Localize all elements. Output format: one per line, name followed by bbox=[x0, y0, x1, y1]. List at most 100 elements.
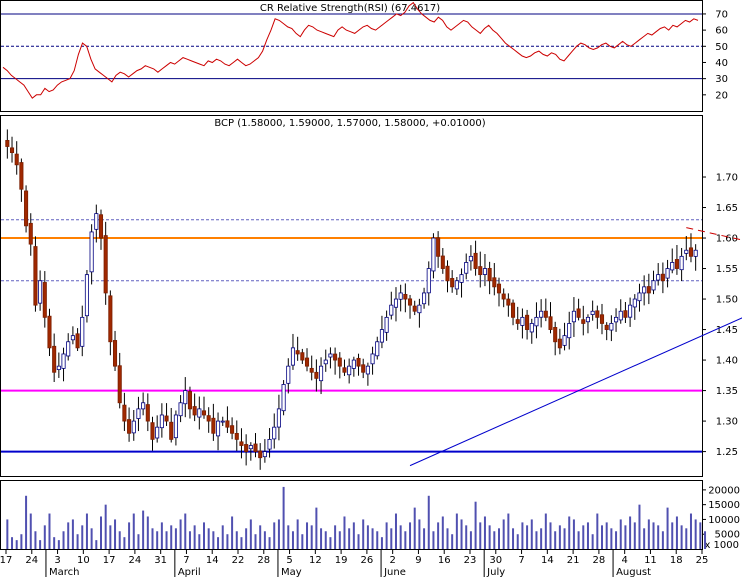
rsi-tick-label: 30 bbox=[715, 74, 728, 85]
candle-up bbox=[178, 402, 183, 417]
rsi-tick-label: 20 bbox=[715, 90, 728, 101]
candle-down bbox=[5, 140, 10, 147]
price-tick-label: 1.25 bbox=[716, 447, 738, 458]
price-tick-label: 1.30 bbox=[716, 417, 738, 428]
candle-down bbox=[127, 419, 132, 434]
candle-down bbox=[337, 357, 342, 367]
candle-up bbox=[384, 316, 389, 333]
candle-up bbox=[70, 335, 75, 341]
candle-up bbox=[562, 335, 567, 346]
x-day-label: 26 bbox=[361, 555, 374, 566]
candle-down bbox=[407, 298, 413, 306]
candle-up bbox=[262, 451, 267, 458]
x-month-label: March bbox=[49, 567, 79, 577]
candle-up bbox=[375, 341, 380, 357]
candle-down bbox=[445, 265, 450, 282]
candle-down bbox=[356, 357, 361, 367]
x-day-label: 3 bbox=[54, 555, 60, 566]
candle-up bbox=[66, 341, 71, 357]
candle-down bbox=[595, 310, 600, 318]
candle-down bbox=[473, 252, 478, 269]
candle-down bbox=[164, 415, 169, 422]
volume-tick-label: 20000 bbox=[708, 485, 740, 496]
candle-down bbox=[24, 190, 29, 227]
candle-down bbox=[581, 319, 586, 324]
candle-up bbox=[131, 420, 136, 434]
price-tick-label: 1.50 bbox=[716, 295, 738, 306]
candle-down bbox=[506, 298, 511, 306]
candle-down bbox=[258, 450, 263, 459]
candle-up bbox=[567, 323, 572, 339]
candle-up bbox=[379, 329, 384, 343]
candle-up bbox=[328, 353, 333, 358]
candle-down bbox=[145, 404, 150, 422]
candle-down bbox=[42, 282, 47, 318]
x-day-label: 24 bbox=[25, 555, 38, 566]
candle-up bbox=[431, 237, 436, 272]
candle-up bbox=[464, 262, 469, 274]
x-day-label: 28 bbox=[257, 555, 270, 566]
candle-down bbox=[211, 417, 216, 434]
candle-up bbox=[323, 359, 328, 365]
candle-up bbox=[529, 323, 534, 333]
candle-up bbox=[365, 365, 370, 375]
price-tick-label: 1.65 bbox=[716, 203, 738, 214]
candle-up bbox=[422, 292, 427, 305]
candle-up bbox=[351, 359, 356, 369]
candle-down bbox=[253, 443, 258, 452]
candle-down bbox=[501, 293, 506, 300]
x-day-label: 31 bbox=[154, 555, 167, 566]
candle-down bbox=[300, 352, 305, 361]
candle-up bbox=[216, 420, 221, 437]
candle-down bbox=[187, 391, 192, 410]
candle-down bbox=[623, 310, 628, 318]
candle-up bbox=[155, 426, 160, 439]
candle-up bbox=[159, 414, 164, 429]
candle-up bbox=[398, 292, 403, 300]
candle-up bbox=[609, 323, 614, 331]
candle-down bbox=[646, 286, 651, 294]
x-month-label: August bbox=[616, 567, 651, 577]
candle-up bbox=[94, 213, 99, 230]
candle-up bbox=[220, 420, 225, 423]
x-day-label: 14 bbox=[541, 555, 554, 566]
candle-up bbox=[80, 316, 85, 347]
candle-up bbox=[347, 365, 352, 376]
candle-up bbox=[319, 365, 324, 382]
candle-up bbox=[286, 365, 291, 384]
price-tick-label: 1.55 bbox=[716, 264, 738, 275]
candle-up bbox=[520, 316, 525, 326]
candle-up bbox=[370, 353, 375, 365]
candle-up bbox=[656, 274, 661, 281]
candle-up bbox=[389, 304, 394, 316]
candle-down bbox=[33, 246, 38, 306]
candle-up bbox=[89, 231, 94, 273]
x-day-label: 4 bbox=[621, 555, 627, 566]
candle-up bbox=[267, 438, 272, 450]
candle-down bbox=[440, 255, 445, 269]
candle-down bbox=[19, 162, 24, 190]
candle-down bbox=[75, 333, 80, 349]
candle-down bbox=[98, 214, 104, 239]
candle-down bbox=[525, 314, 530, 330]
price-title: BCP (1.58000, 1.59000, 1.57000, 1.58000,… bbox=[214, 118, 485, 129]
candle-down bbox=[169, 421, 174, 440]
candle-down bbox=[314, 371, 319, 379]
candle-down bbox=[557, 338, 562, 349]
candle-down bbox=[108, 295, 113, 343]
candle-down bbox=[412, 305, 417, 312]
x-day-label: 7 bbox=[518, 555, 524, 566]
candle-up bbox=[534, 316, 539, 327]
candle-down bbox=[304, 357, 310, 367]
chart-stage: CR Relative Strength(RSI) (67.4617) BCP … bbox=[0, 0, 742, 577]
candle-up bbox=[38, 280, 43, 304]
candle-down bbox=[230, 425, 235, 434]
candle-up bbox=[84, 274, 89, 317]
candle-down bbox=[487, 267, 492, 282]
candle-down bbox=[496, 283, 502, 294]
price-tick-label: 1.70 bbox=[716, 173, 738, 184]
candle-down bbox=[117, 365, 122, 404]
candle-down bbox=[206, 415, 211, 422]
candle-down bbox=[47, 315, 52, 349]
rsi-tick-label: 40 bbox=[715, 58, 728, 69]
